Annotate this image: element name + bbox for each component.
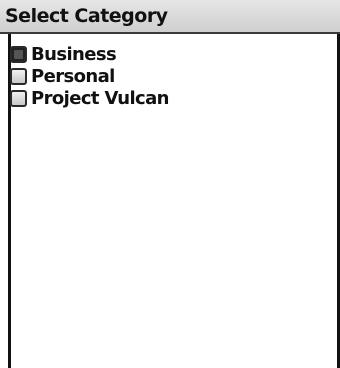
select-category-screen: Select Category Business Personal Projec… (0, 0, 340, 368)
category-label: Personal (31, 66, 115, 87)
category-item-personal[interactable]: Personal (10, 66, 330, 88)
checkbox-business[interactable] (10, 46, 27, 63)
category-label: Project Vulcan (31, 88, 169, 109)
category-list: Business Personal Project Vulcan (10, 44, 330, 110)
category-item-business[interactable]: Business (10, 44, 330, 66)
title-bar: Select Category (0, 0, 340, 34)
category-label: Business (31, 44, 117, 65)
category-item-project-vulcan[interactable]: Project Vulcan (10, 88, 330, 110)
checkbox-personal[interactable] (10, 68, 27, 85)
page-title: Select Category (5, 5, 168, 27)
checkbox-project-vulcan[interactable] (10, 90, 27, 107)
